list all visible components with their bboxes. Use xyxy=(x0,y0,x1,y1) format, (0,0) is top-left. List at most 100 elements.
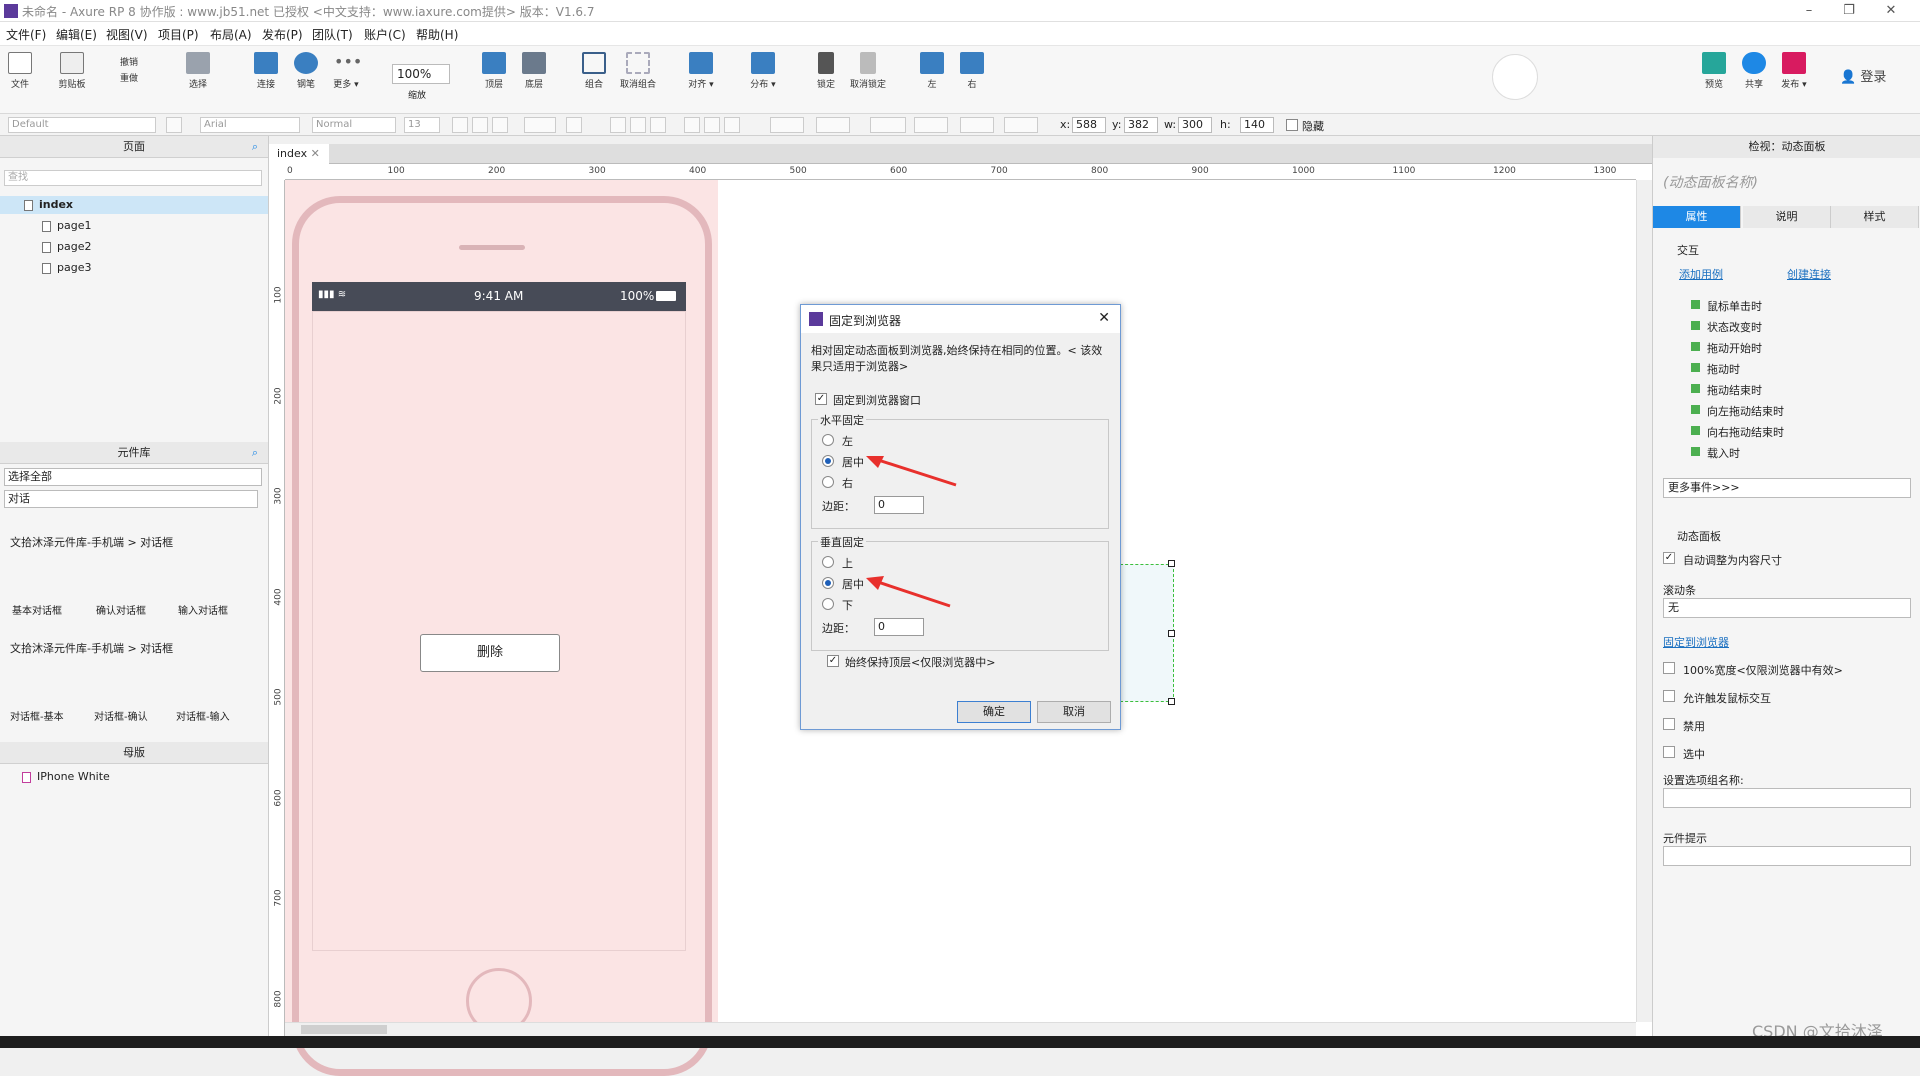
file-button[interactable]: 文件 xyxy=(0,52,40,90)
widget-dialog-input[interactable]: 对话框-输入 xyxy=(176,708,230,723)
vertical-scrollbar[interactable] xyxy=(1636,180,1652,1022)
distribute-button[interactable]: 分布 ▾ xyxy=(743,52,783,90)
connect-button[interactable]: 连接 xyxy=(246,52,286,90)
library-group-1[interactable]: 文拾沐泽元件库-手机端 > 对话框 xyxy=(10,534,173,550)
bring-front-button[interactable]: 顶层 xyxy=(474,52,514,90)
menu-layout[interactable]: 布局(A) xyxy=(210,26,252,43)
menu-project[interactable]: 项目(P) xyxy=(158,26,199,43)
pages-search-icon[interactable]: ⌕ xyxy=(252,136,258,158)
page-1[interactable]: page1 xyxy=(42,219,91,232)
add-case-link[interactable]: 添加用例 xyxy=(1679,266,1723,282)
interaction-section[interactable]: 交互 xyxy=(1677,242,1699,258)
delete-button[interactable]: 删除 xyxy=(420,634,560,672)
menu-view[interactable]: 视图(V) xyxy=(106,26,148,43)
style-edit-icon[interactable] xyxy=(166,117,182,133)
select-button[interactable]: 选择 xyxy=(178,52,218,90)
line-color-icon[interactable] xyxy=(870,117,906,133)
valign-bottom-icon[interactable] xyxy=(724,117,740,133)
lock-button[interactable]: 锁定 xyxy=(806,52,846,90)
widget-dialog-basic[interactable]: 对话框-基本 xyxy=(10,708,64,723)
tab-style[interactable]: 样式 xyxy=(1831,206,1919,228)
font-select[interactable]: Arial xyxy=(200,117,300,133)
unlock-button[interactable]: 取消锁定 xyxy=(848,52,888,90)
arrow-style-icon[interactable] xyxy=(1004,117,1038,133)
widget-basic-dialog[interactable]: 基本对话框 xyxy=(12,602,62,617)
undo-button[interactable]: 撤销 xyxy=(106,52,152,68)
zoom-select[interactable]: 100% xyxy=(392,64,450,84)
valign-top-icon[interactable] xyxy=(684,117,700,133)
font-color-icon[interactable] xyxy=(524,117,556,133)
weight-select[interactable]: Normal xyxy=(312,117,396,133)
restore-icon[interactable]: ❐ xyxy=(1840,2,1858,20)
valign-middle-icon[interactable] xyxy=(704,117,720,133)
event-drag-end[interactable]: 拖动结束时 xyxy=(1691,382,1762,398)
scrollbar-select[interactable]: 无 xyxy=(1663,598,1911,618)
right-button[interactable]: 右 xyxy=(952,52,992,90)
tab-close-icon[interactable]: ✕ xyxy=(311,147,320,160)
v-center-radio[interactable] xyxy=(822,577,834,589)
underline-icon[interactable] xyxy=(492,117,508,133)
publish-button[interactable]: 发布 ▾ xyxy=(1774,52,1814,90)
italic-icon[interactable] xyxy=(472,117,488,133)
group-button[interactable]: 组合 xyxy=(574,52,614,90)
size-select[interactable]: 13 xyxy=(404,117,440,133)
option-group-select[interactable] xyxy=(1663,788,1911,808)
event-swipe-left[interactable]: 向左拖动结束时 xyxy=(1691,403,1784,419)
more-events-select[interactable]: 更多事件>>> xyxy=(1663,478,1911,498)
h-center-radio[interactable] xyxy=(822,455,834,467)
style-select[interactable]: Default xyxy=(8,117,156,133)
menu-edit[interactable]: 编辑(E) xyxy=(56,26,97,43)
w-input[interactable]: 300 xyxy=(1178,117,1212,133)
resize-handle[interactable] xyxy=(1168,630,1175,637)
auto-fit-checkbox[interactable]: ✓ xyxy=(1663,552,1675,564)
shadow-icon[interactable] xyxy=(816,117,850,133)
pin-to-browser-link[interactable]: 固定到浏览器 xyxy=(1663,634,1729,650)
disabled-checkbox[interactable] xyxy=(1663,718,1675,730)
hide-checkbox[interactable] xyxy=(1286,119,1298,131)
align-button[interactable]: 对齐 ▾ xyxy=(681,52,721,90)
event-drag-start[interactable]: 拖动开始时 xyxy=(1691,340,1762,356)
panel-name-input[interactable]: (动态面板名称) xyxy=(1663,172,1758,192)
more-button[interactable]: ••• 更多 ▾ xyxy=(326,52,366,90)
dynamic-panel-section[interactable]: 动态面板 xyxy=(1677,528,1721,544)
ok-button[interactable]: 确定 xyxy=(957,701,1031,723)
y-input[interactable]: 382 xyxy=(1124,117,1158,133)
keep-top-checkbox[interactable]: ✓ xyxy=(827,655,839,667)
library-select[interactable]: 选择全部 xyxy=(4,468,262,486)
tooltip-input[interactable] xyxy=(1663,846,1911,866)
library-search-input[interactable]: 对话 xyxy=(4,490,258,508)
pin-browser-checkbox[interactable]: ✓ xyxy=(815,393,827,405)
line-width-icon[interactable] xyxy=(914,117,948,133)
cancel-button[interactable]: 取消 xyxy=(1037,701,1111,723)
create-link-link[interactable]: 创建连接 xyxy=(1787,266,1831,282)
align-left-icon[interactable] xyxy=(610,117,626,133)
event-click[interactable]: 鼠标单击时 xyxy=(1691,298,1762,314)
hscroll-thumb[interactable] xyxy=(301,1025,387,1034)
v-bottom-radio[interactable] xyxy=(822,598,834,610)
resize-handle[interactable] xyxy=(1168,560,1175,567)
widget-dialog-confirm[interactable]: 对话框-确认 xyxy=(94,708,148,723)
pages-search-input[interactable]: 查找 xyxy=(4,170,262,186)
widget-confirm-dialog[interactable]: 确认对话框 xyxy=(96,602,146,617)
selected-checkbox[interactable] xyxy=(1663,746,1675,758)
page-3[interactable]: page3 xyxy=(42,261,91,274)
ungroup-button[interactable]: 取消组合 xyxy=(618,52,658,90)
bullet-icon[interactable] xyxy=(566,117,582,133)
event-load[interactable]: 载入时 xyxy=(1691,445,1740,461)
login-button[interactable]: 👤 登录 xyxy=(1840,66,1886,85)
share-button[interactable]: 共享 xyxy=(1734,52,1774,90)
clipboard-button[interactable]: 剪贴板 xyxy=(52,52,92,90)
x-input[interactable]: 588 xyxy=(1072,117,1106,133)
redo-button[interactable]: 重做 xyxy=(106,68,152,84)
fill-color-icon[interactable] xyxy=(770,117,804,133)
event-drag[interactable]: 拖动时 xyxy=(1691,361,1740,377)
event-state-change[interactable]: 状态改变时 xyxy=(1691,319,1762,335)
v-top-radio[interactable] xyxy=(822,556,834,568)
full-width-checkbox[interactable] xyxy=(1663,662,1675,674)
h-input[interactable]: 140 xyxy=(1240,117,1274,133)
event-swipe-right[interactable]: 向右拖动结束时 xyxy=(1691,424,1784,440)
line-style-icon[interactable] xyxy=(960,117,994,133)
widget-input-dialog[interactable]: 输入对话框 xyxy=(178,602,228,617)
page-2[interactable]: page2 xyxy=(42,240,91,253)
menu-help[interactable]: 帮助(H) xyxy=(416,26,458,43)
